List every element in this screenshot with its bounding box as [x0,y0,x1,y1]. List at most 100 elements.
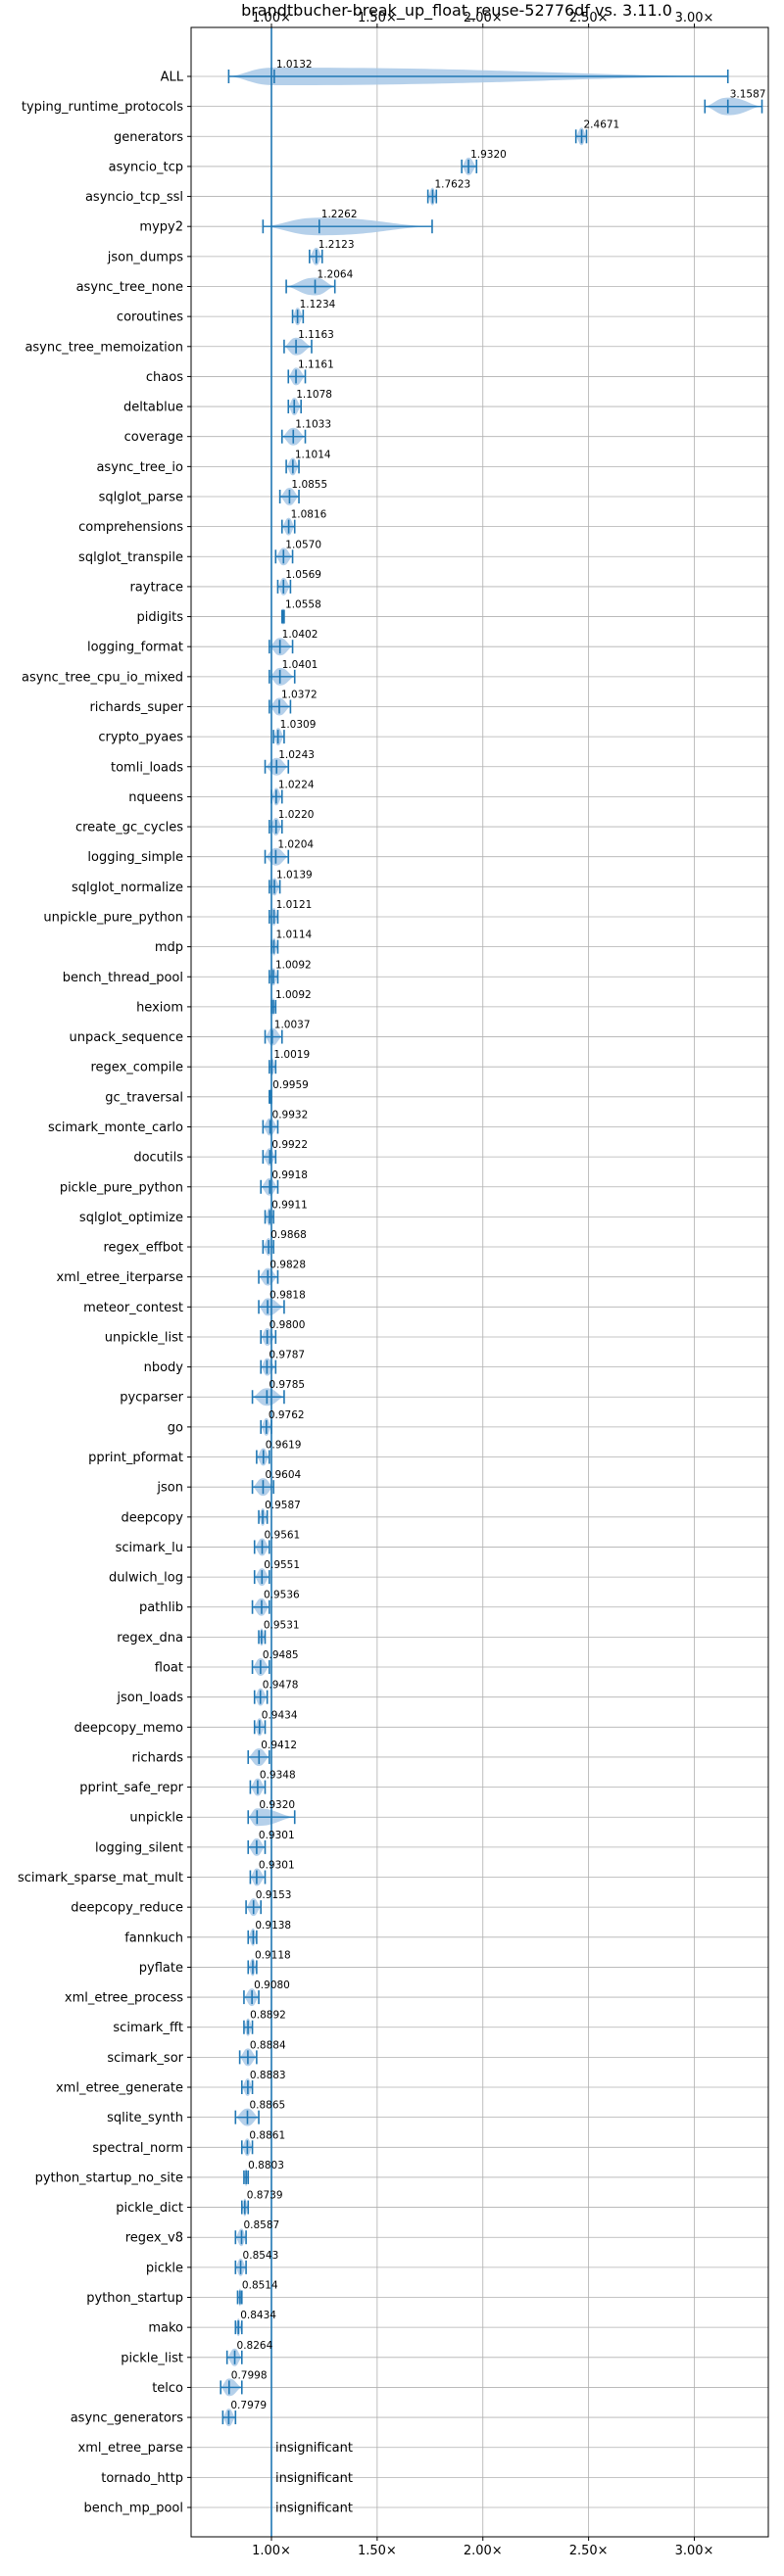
category-label: scimark_fft [113,2021,183,2035]
value-label: 1.0558 [285,599,321,611]
value-label: 1.1161 [298,358,334,370]
category-label: xml_etree_generate [56,2081,183,2096]
value-label: 0.9787 [269,1350,305,1361]
category-label: meteor_contest [83,1301,183,1315]
category-label: create_gc_cycles [75,821,183,835]
category-label: ALL [161,71,184,85]
value-label: 1.9320 [470,149,507,161]
value-label: 0.9762 [269,1409,305,1421]
value-label: 1.0204 [277,839,314,851]
category-label: scimark_monte_carlo [48,1121,183,1135]
value-label: 1.2123 [318,239,355,251]
category-label: mdp [155,940,183,955]
value-label: 0.9153 [256,1889,292,1901]
category-label: pickle_list [121,2351,183,2365]
category-label: pprint_pformat [88,1451,183,1465]
value-label: 0.9959 [272,1079,309,1091]
value-label: 1.1163 [298,329,334,341]
category-label: sqlglot_normalize [72,881,183,895]
category-label: gc_traversal [105,1090,183,1105]
value-label: 0.9828 [270,1260,306,1271]
category-label: bench_thread_pool [63,971,183,985]
category-label: richards_super [89,700,183,715]
category-label: tornado_http [101,2471,183,2486]
value-label: 1.0019 [273,1049,310,1061]
value-label: 0.9561 [265,1529,301,1541]
value-label: 1.0092 [275,959,312,971]
value-label: 0.8884 [250,2039,286,2051]
x-tick-label-bottom: 3.00× [675,2544,714,2558]
x-tick-label-top: 2.50× [569,11,609,25]
value-label: 1.0402 [282,629,318,641]
value-label: 0.8803 [248,2160,284,2171]
value-label: 1.0037 [274,1020,311,1031]
category-label: xml_etree_iterparse [56,1270,183,1285]
value-label: 1.0816 [291,509,327,521]
value-label: 0.9922 [271,1139,308,1151]
value-label: 3.1587 [730,89,766,101]
value-label: 0.9080 [254,1980,290,1991]
insignificant-label: insignificant [275,2471,353,2486]
value-label: 1.1033 [295,419,331,431]
category-label: hexiom [136,1000,183,1015]
value-label: 0.9118 [255,1949,291,1961]
category-label: deepcopy_reduce [71,1901,183,1916]
value-label: 0.9604 [265,1469,301,1481]
value-label: 1.1234 [300,299,336,310]
value-label: 1.0569 [285,569,321,581]
category-label: pickle [146,2261,183,2275]
value-label: 0.8543 [243,2250,279,2262]
category-label: async_tree_cpu_io_mixed [22,670,183,685]
category-label: unpickle_list [105,1330,183,1345]
value-label: 0.7979 [230,2400,267,2411]
x-tick-label-top: 2.00× [464,11,503,25]
value-label: 1.0401 [282,659,318,671]
x-tick-label-bottom: 2.00× [464,2544,503,2558]
y-axis-labels: ALL typing_runtime_protocols generators asy… [18,71,191,2516]
value-label: 1.1014 [295,449,331,460]
category-label: nbody [144,1360,184,1375]
value-label: 2.4671 [584,119,620,130]
category-label: pathlib [139,1600,183,1615]
category-label: json_dumps [107,250,183,264]
value-label: 1.0309 [280,719,317,731]
category-label: pprint_safe_repr [79,1781,183,1795]
category-label: sqlglot_transpile [78,550,183,565]
value-label: 0.9619 [266,1440,302,1452]
category-label: deepcopy [121,1510,183,1525]
value-label: 1.1078 [296,389,332,401]
category-label: regex_compile [90,1061,183,1075]
value-label: 0.9301 [259,1860,295,1872]
category-label: json [156,1481,183,1496]
value-label: 1.0855 [291,479,327,491]
category-label: logging_simple [87,850,183,865]
value-label: 0.9785 [269,1379,305,1391]
category-label: sqlglot_optimize [79,1211,183,1225]
category-label: sqlglot_parse [99,490,183,504]
category-label: deepcopy_memo [74,1721,183,1736]
category-label: pickle_dict [116,2201,183,2216]
category-label: regex_dna [117,1631,183,1646]
category-label: asyncio_tcp_ssl [85,190,183,205]
category-label: unpack_sequence [69,1030,183,1045]
category-label: async_tree_memoization [24,340,183,355]
value-label: 0.9138 [255,1920,291,1932]
value-label: 0.9531 [264,1619,300,1631]
x-tick-label-bottom: 1.00× [252,2544,291,2558]
value-label: 0.9918 [271,1169,308,1181]
x-tick-label-top: 1.00× [252,11,291,25]
value-label: 0.9478 [263,1680,299,1692]
value-label: 1.0372 [281,689,318,700]
value-label: 0.9434 [262,1709,298,1721]
x-tick-label-top: 1.50× [358,11,397,25]
category-label: mypy2 [139,220,183,235]
value-label: 0.8865 [249,2100,285,2112]
value-label: 1.0092 [275,989,312,1001]
category-label: bench_mp_pool [83,2502,183,2516]
category-label: typing_runtime_protocols [22,100,183,115]
value-label: 0.9551 [264,1559,300,1571]
value-label: 0.9485 [263,1649,299,1661]
category-label: pyflate [139,1961,183,1976]
value-label: 1.2064 [318,268,354,280]
value-label: 1.0224 [278,779,315,790]
